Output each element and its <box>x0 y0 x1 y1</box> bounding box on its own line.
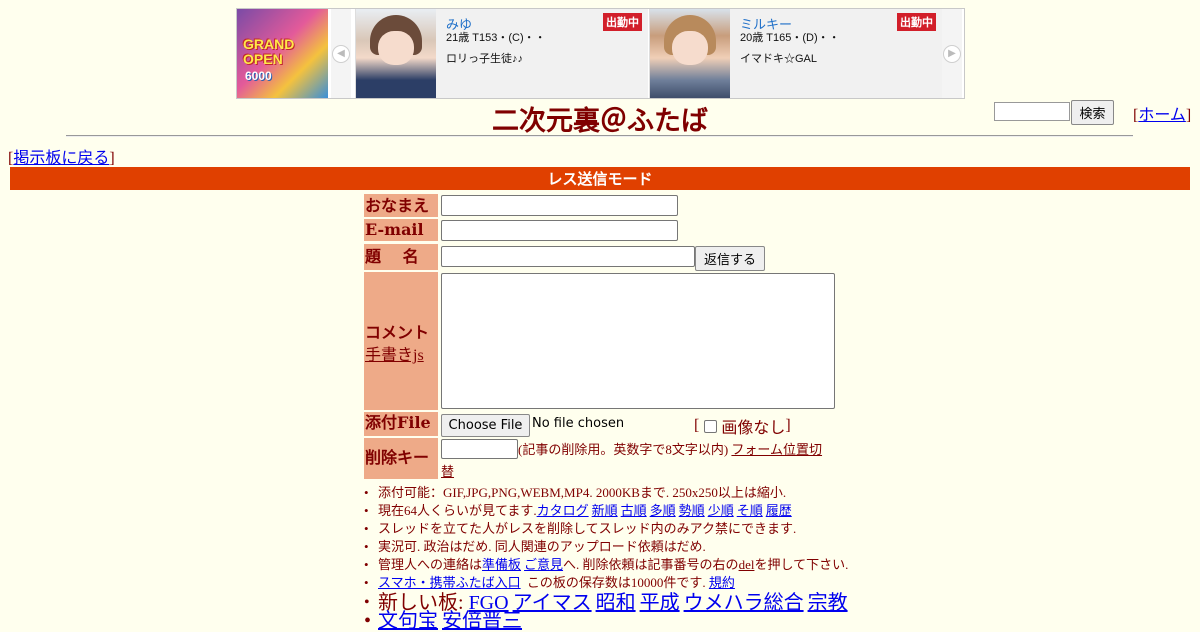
search-input[interactable] <box>994 102 1070 121</box>
note-item: 添付可能：GIF,JPG,PNG,WEBM,MP4. 2000KBまで. 250… <box>364 484 852 502</box>
profile-photo <box>356 9 436 98</box>
sort-many-link[interactable]: 多順 <box>650 503 676 518</box>
note-text: スレッドを立てた人がレスを削除してスレッド内のみアク禁にできます. <box>378 521 797 536</box>
viewer-count: 現在64人くらいが見てます. <box>378 503 537 518</box>
delete-key-note: (記事の削除用。英数字で8文字以内) フォーム位置切 <box>518 441 828 459</box>
sort-old-link[interactable]: 古順 <box>621 503 647 518</box>
comment-textarea[interactable] <box>441 273 835 409</box>
chevron-right-icon: ▶ <box>943 44 961 63</box>
ad-card[interactable]: みゆ 出勤中 21歳 T153・(C)・・ ロリっ子生徒♪♪ <box>355 9 648 98</box>
card-desc: イマドキ☆GAL <box>740 53 818 65</box>
note-item: スマホ・携帯ふたば入口 この板の保存数は10000件です. 規約 <box>364 574 852 592</box>
handwriting-link[interactable]: 手書きjs <box>365 341 424 365</box>
back-to-board-link[interactable]: 掲示板に戻る <box>13 150 109 167</box>
note-text: この板の保存数は10000件です. <box>526 575 706 590</box>
subject-field[interactable] <box>441 246 695 267</box>
divider <box>66 135 1133 137</box>
profile-photo <box>650 9 730 98</box>
board-link-complaints[interactable]: 文句宝 <box>378 610 438 632</box>
delete-key-field[interactable] <box>441 439 518 459</box>
comment-label-cell: コメント 手書きjs <box>364 272 438 410</box>
ad-banner[interactable]: GRAND OPEN 6000 ◀ みゆ 出勤中 21歳 T153・(C)・・ … <box>236 8 965 99</box>
status-badge: 出勤中 <box>603 13 642 31</box>
feedback-link[interactable]: ご意見 <box>524 557 563 572</box>
home-link[interactable]: ホーム <box>1138 107 1186 124</box>
card-desc: ロリっ子生徒♪♪ <box>446 53 523 65</box>
carousel-next-button[interactable]: ▶ <box>942 9 962 98</box>
back-link-wrapper: [掲示板に戻る] <box>8 150 115 167</box>
carousel-prev-button[interactable]: ◀ <box>331 9 351 98</box>
sort-momentum-link[interactable]: 勢順 <box>679 503 705 518</box>
promo-image[interactable]: GRAND OPEN 6000 <box>237 9 328 98</box>
history-link[interactable]: 履歴 <box>766 503 792 518</box>
note-text: 管理人への連絡は <box>378 557 483 572</box>
promo-text: GRAND OPEN <box>243 36 295 67</box>
rules-link[interactable]: 規約 <box>709 575 735 590</box>
email-field[interactable] <box>441 220 678 241</box>
note-text: へ. 削除依頼は記事番号の右の <box>563 557 739 572</box>
board-notes: 添付可能：GIF,JPG,PNG,WEBM,MP4. 2000KBまで. 250… <box>364 484 852 632</box>
note-item: 現在64人くらいが見てます.カタログ新順古順多順勢順少順そ順履歴 <box>364 502 852 520</box>
no-image-option: [画像なし] <box>694 414 791 438</box>
del-link[interactable]: del <box>739 557 755 572</box>
form-position-toggle-link[interactable]: フォーム位置切 <box>731 442 822 457</box>
status-badge: 出勤中 <box>897 13 936 31</box>
note-item: 実況可. 政治はだめ. 同人関連のアップロード依頼はだめ. <box>364 538 852 556</box>
card-spec: 21歳 T153・(C)・・ <box>446 32 546 44</box>
catalog-link[interactable]: カタログ <box>537 503 589 518</box>
note-item: 管理人への連絡は準備板ご意見へ. 削除依頼は記事番号の右のdelを押して下さい. <box>364 556 852 574</box>
sort-few-link[interactable]: 少順 <box>708 503 734 518</box>
note-text: を押して下さい. <box>754 557 849 572</box>
reply-mode-bar: レス送信モード <box>10 167 1190 190</box>
sort-so-link[interactable]: そ順 <box>737 503 763 518</box>
no-image-label: 画像なし <box>721 420 786 437</box>
ad-card[interactable]: ミルキー 出勤中 20歳 T165・(D)・・ イマドキ☆GAL <box>649 9 942 98</box>
new-boards-item-cont: 文句宝安倍晋三 <box>364 610 852 632</box>
delete-key-note-text: (記事の削除用。英数字で8文字以内) <box>518 442 729 457</box>
board-link-abe[interactable]: 安倍晋三 <box>442 610 522 632</box>
board-link-umehara[interactable]: ウメハラ総合 <box>684 592 804 614</box>
note-text: 添付可能：GIF,JPG,PNG,WEBM,MP4. 2000KBまで. 250… <box>378 485 787 500</box>
note-item: スレッドを立てた人がレスを削除してスレッド内のみアク禁にできます. <box>364 520 852 538</box>
choose-file-button[interactable]: Choose File <box>441 414 530 437</box>
email-label: E-mail <box>364 219 438 241</box>
prep-board-link[interactable]: 準備板 <box>482 557 521 572</box>
promo-subtext: 6000 <box>245 69 272 83</box>
sort-new-link[interactable]: 新順 <box>592 503 618 518</box>
subject-label: 題 名 <box>364 244 438 270</box>
comment-label: コメント <box>365 323 430 342</box>
chevron-left-icon: ◀ <box>332 44 350 63</box>
mobile-entry-link[interactable]: スマホ・携帯ふたば入口 <box>378 575 521 590</box>
form-position-toggle-cont: 替 <box>441 461 454 480</box>
reply-submit-button[interactable]: 返信する <box>695 246 765 271</box>
file-label: 添付File <box>364 412 438 436</box>
no-image-checkbox[interactable] <box>704 419 718 433</box>
name-field[interactable] <box>441 195 678 216</box>
home-link-wrapper: [ホーム] <box>1133 107 1192 124</box>
board-link-showa[interactable]: 昭和 <box>596 592 636 614</box>
note-text: 実況可. 政治はだめ. 同人関連のアップロード依頼はだめ. <box>378 539 706 554</box>
form-position-toggle-link-end[interactable]: 替 <box>441 464 454 479</box>
name-label: おなまえ <box>364 194 438 217</box>
board-link-imas[interactable]: アイマス <box>513 592 592 614</box>
delete-key-label: 削除キー <box>364 438 438 479</box>
board-link-religion[interactable]: 宗教 <box>808 592 848 614</box>
board-link-heisei[interactable]: 平成 <box>640 592 680 614</box>
card-spec: 20歳 T165・(D)・・ <box>740 32 840 44</box>
file-status: No file chosen <box>532 416 625 431</box>
search-button[interactable]: 検索 <box>1071 100 1114 125</box>
